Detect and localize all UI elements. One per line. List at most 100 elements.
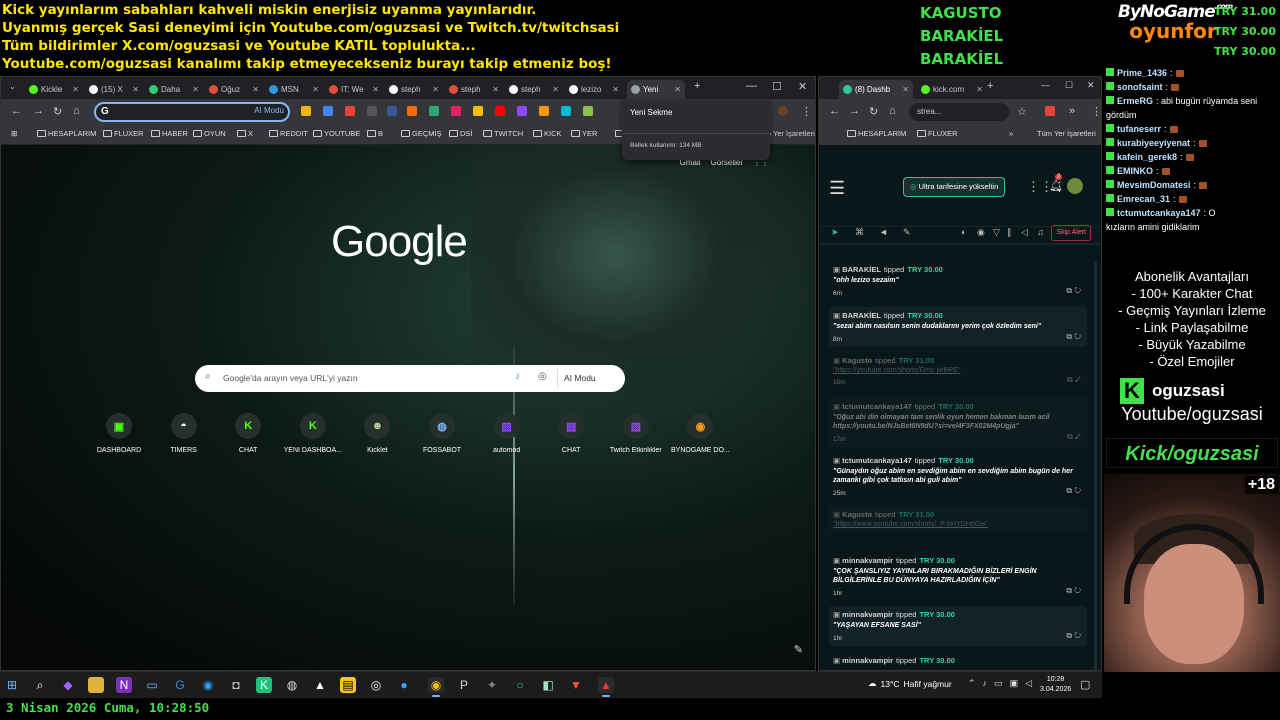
bookmark-item[interactable]: FLUXER xyxy=(103,129,144,138)
side-address-bar[interactable]: strea... xyxy=(909,103,1009,121)
tab-item[interactable]: Kickle ✕ xyxy=(25,80,83,99)
tip-feed-item[interactable]: ▣ Kagusto tipped TRY 31.00 "https://youtube… xyxy=(829,352,1087,390)
chat-username[interactable]: MevsimDomatesi xyxy=(1117,180,1191,190)
extension-icon[interactable] xyxy=(1045,106,1055,116)
extension-icon[interactable] xyxy=(583,106,593,116)
brave-icon[interactable]: ▼ xyxy=(568,677,584,693)
check-icon[interactable]: ✓ xyxy=(1075,375,1081,384)
minimize-button[interactable]: — xyxy=(1041,80,1050,90)
battery-icon[interactable]: ▭ xyxy=(994,678,1003,689)
tab-item[interactable]: Daha ✕ xyxy=(145,80,203,99)
close-icon[interactable]: ✕ xyxy=(432,85,439,94)
extension-icon[interactable] xyxy=(407,106,417,116)
customize-pencil-icon[interactable]: ✎ xyxy=(794,643,803,656)
replay-icon[interactable]: ↻ xyxy=(1074,631,1081,640)
tab-item[interactable]: Oğuz ✕ xyxy=(205,80,263,99)
pen-app-icon[interactable]: P xyxy=(456,677,472,693)
monitor-icon[interactable]: ▭ xyxy=(144,677,160,693)
send-icon[interactable]: ➤ xyxy=(831,227,839,238)
forward-icon[interactable]: → xyxy=(33,105,44,117)
filter-icon[interactable]: ▽ xyxy=(993,227,1000,238)
taskbar-clock[interactable]: 10:28 3.04.2026 xyxy=(1040,675,1071,695)
skip-alert-button[interactable]: Skip Alert xyxy=(1051,225,1091,241)
tip-feed-item[interactable]: ▣ BARAKİEL tipped TRY 30.00 "ohh lezizo sez… xyxy=(829,261,1087,301)
notification-center-icon[interactable]: ▢ xyxy=(1080,678,1090,691)
chat-username[interactable]: kurabiyeeyiyenat xyxy=(1117,138,1190,148)
onenote-icon[interactable]: N xyxy=(116,677,132,693)
pause-icon[interactable]: ∥ xyxy=(1007,227,1012,238)
extension-icon[interactable] xyxy=(387,106,397,116)
tab-item[interactable]: MSN ✕ xyxy=(265,80,323,99)
replay-icon[interactable]: ↻ xyxy=(1074,586,1081,595)
chat-username[interactable]: sonofsaint xyxy=(1117,82,1163,92)
close-icon[interactable]: ✕ xyxy=(72,85,79,94)
tab-item[interactable]: steph ✕ xyxy=(385,80,443,99)
extension-icon[interactable] xyxy=(323,106,333,116)
shortcut-tile[interactable]: ☻ Kicklet xyxy=(347,413,407,454)
copy-icon[interactable]: ⧉ xyxy=(1067,375,1075,384)
start-icon[interactable]: ⊞ xyxy=(4,677,20,693)
shortcut-tile[interactable]: ▨ CHAT xyxy=(541,413,601,454)
extension-icon[interactable] xyxy=(345,106,355,116)
back-icon[interactable]: ← xyxy=(11,105,22,117)
new-tab-button[interactable]: + xyxy=(987,80,993,92)
tab-item[interactable]: IT: We ✕ xyxy=(325,80,383,99)
avatar[interactable] xyxy=(1067,178,1083,194)
bookmarks-other[interactable]: Tüm Yer İşaretleri xyxy=(1037,129,1096,138)
bookmark-item[interactable]: DSİ xyxy=(449,129,473,138)
close-icon[interactable]: ✕ xyxy=(372,85,379,94)
shortcut-tile[interactable]: ▨ automod xyxy=(477,413,537,454)
shortcut-tile[interactable]: K CHAT xyxy=(218,413,278,454)
steam-icon[interactable]: ◍ xyxy=(284,677,300,693)
reload-icon[interactable]: ↻ xyxy=(53,105,62,118)
kick-app-icon[interactable]: K xyxy=(256,677,272,693)
hamburger-menu-icon[interactable]: ☰ xyxy=(829,178,845,199)
bookmark-item[interactable]: TWITCH xyxy=(483,129,523,138)
replay-icon[interactable]: ↻ xyxy=(1074,332,1081,341)
tip-feed-item[interactable]: ▣ tctumutcankaya147 tipped TRY 30.00 "Oğuz … xyxy=(829,398,1087,447)
xbox-icon[interactable]: ◎ xyxy=(368,677,384,693)
discord-icon[interactable]: ● xyxy=(396,677,412,693)
tip-message[interactable]: "https://www.youtube.com/shorts/_P-bHYDH… xyxy=(833,521,1083,528)
close-icon[interactable]: ✕ xyxy=(902,85,909,94)
shortcut-tile[interactable]: ▨ Twitch Etkinlikler xyxy=(606,413,666,454)
microphone-icon[interactable]: ♪ xyxy=(515,371,520,382)
close-window-button[interactable]: ✕ xyxy=(1087,80,1095,91)
game-icon[interactable]: ✦ xyxy=(484,677,500,693)
replay-icon[interactable]: ↻ xyxy=(1074,286,1081,295)
bookmark-item[interactable]: HESAPLARIM xyxy=(847,129,906,138)
tab-item[interactable]: Yeni ✕ xyxy=(627,80,685,99)
weather-widget[interactable]: ☁ 13°C Hafif yağmur xyxy=(868,678,952,689)
home-icon[interactable]: ⌂ xyxy=(73,105,80,117)
tab-item[interactable]: lezizo ✕ xyxy=(565,80,623,99)
close-icon[interactable]: ✕ xyxy=(492,85,499,94)
forward-icon[interactable]: → xyxy=(849,105,860,117)
chat-username[interactable]: Emrecan_31 xyxy=(1117,194,1170,204)
profile-avatar[interactable] xyxy=(778,106,788,116)
feed-scrollbar[interactable] xyxy=(1094,261,1097,670)
extension-icon[interactable] xyxy=(517,106,527,116)
maximize-button[interactable]: ☐ xyxy=(1065,80,1073,91)
bell-off-icon[interactable]: ♫ xyxy=(1037,227,1044,237)
address-bar[interactable]: G AI Modu xyxy=(94,102,290,122)
bookmark-item[interactable]: GEÇMİŞ xyxy=(401,129,442,138)
bookmark-item[interactable]: B xyxy=(367,129,383,138)
streamlabs-icon[interactable]: ○ xyxy=(512,677,528,693)
minimize-button[interactable]: — xyxy=(746,80,757,92)
tip-feed-item[interactable]: ▣ minnakvampir tipped TRY 30.00 xyxy=(829,652,1087,669)
tip-feed-item[interactable]: ▣ minnakvampir tipped TRY 30.00 "ÇOK ŞANSLI… xyxy=(829,552,1087,601)
extension-icon[interactable] xyxy=(301,106,311,116)
close-window-button[interactable]: ✕ xyxy=(798,80,807,93)
bookmark-item[interactable]: YOUTUBE xyxy=(313,129,360,138)
shield-icon[interactable]: ◐ xyxy=(961,227,966,237)
bookmark-item[interactable]: REDDIT xyxy=(269,129,308,138)
tab-item[interactable]: steph ✕ xyxy=(445,80,503,99)
tab-dashboard[interactable]: (8) Dashb ✕ xyxy=(839,80,913,99)
tab-item[interactable]: (15) X ✕ xyxy=(85,80,143,99)
chat-username[interactable]: tctumutcankaya147 xyxy=(1117,208,1201,218)
edge-alt-icon[interactable]: G xyxy=(172,677,188,693)
tip-feed-item[interactable]: ▣ BARAKİEL tipped TRY 30.00 "sezai abim nas… xyxy=(829,307,1087,347)
network-icon[interactable]: ▣ xyxy=(1010,678,1019,689)
eye-icon[interactable]: ◉ xyxy=(977,227,985,238)
extension-icon[interactable] xyxy=(367,106,377,116)
